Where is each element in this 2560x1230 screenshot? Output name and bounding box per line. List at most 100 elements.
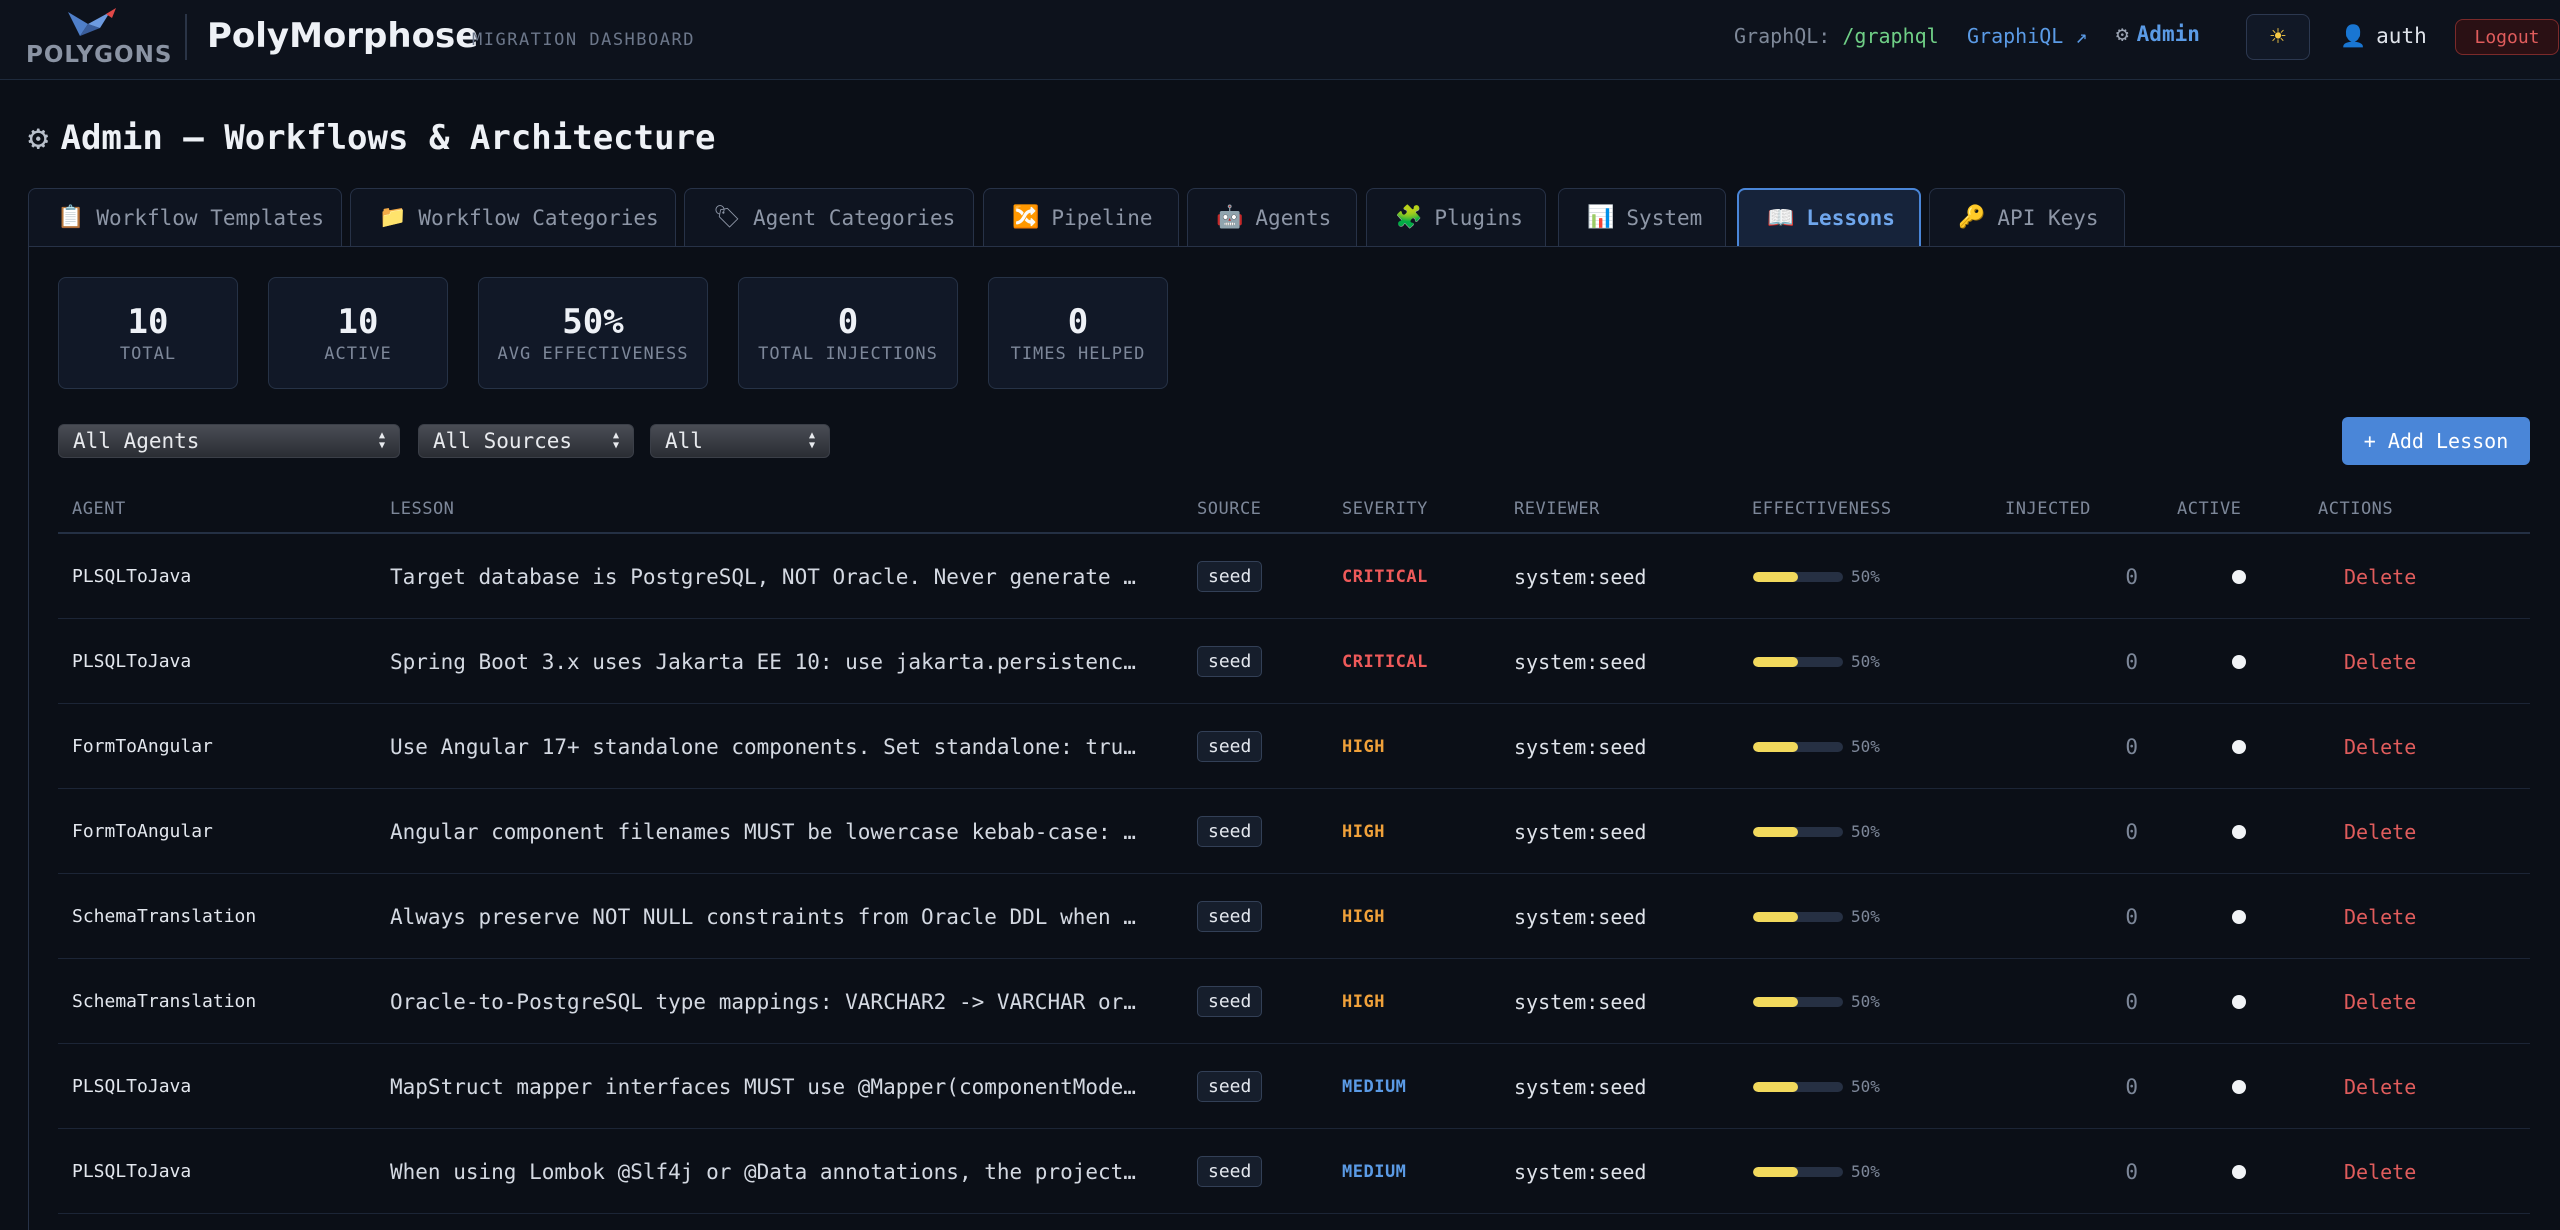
source-filter-select[interactable]: All Sources ▲ ▼ xyxy=(418,424,634,458)
stat-label: ACTIVE xyxy=(324,344,392,364)
table-row[interactable]: PLSQLToJava Spring Boot 3.x uses Jakarta … xyxy=(58,619,2530,704)
active-toggle[interactable] xyxy=(2224,704,2254,789)
user-menu[interactable]: 👤 auth xyxy=(2340,24,2427,49)
table-row[interactable]: PLSQLToJava MapStruct mapper interfaces M… xyxy=(58,1044,2530,1129)
reviewer-cell: system:seed xyxy=(1514,1159,1647,1184)
lesson-cell[interactable]: Always preserve NOT NULL constraints fro… xyxy=(390,874,1168,959)
logout-button[interactable]: Logout xyxy=(2455,19,2559,55)
admin-link[interactable]: ⚙ Admin xyxy=(2116,22,2200,46)
delete-button[interactable]: Delete xyxy=(2344,789,2416,874)
tab-agent-categories[interactable]: 🏷 Agent Categories xyxy=(684,188,974,246)
stat-value: 10 xyxy=(127,302,169,342)
gear-icon: ⚙ xyxy=(2116,22,2129,46)
folder-icon: 📁 xyxy=(379,205,407,230)
lesson-cell[interactable]: Oracle-to-PostgreSQL type mappings: VARC… xyxy=(390,959,1168,1044)
header-active[interactable]: ACTIVE xyxy=(2177,499,2241,519)
header-injected[interactable]: INJECTED xyxy=(2005,499,2091,519)
lesson-cell[interactable]: Target database is PostgreSQL, NOT Oracl… xyxy=(390,534,1168,619)
lesson-cell[interactable]: MapStruct mapper interfaces MUST use @Ma… xyxy=(390,1044,1168,1129)
table-row[interactable]: SchemaTranslation Oracle-to-PostgreSQL ty… xyxy=(58,959,2530,1044)
graphiql-link[interactable]: GraphiQL ↗ xyxy=(1967,24,2087,48)
header-severity[interactable]: SEVERITY xyxy=(1342,499,1428,519)
table-row[interactable]: FormToAngular Angular component filenames… xyxy=(58,789,2530,874)
tab-label: Plugins xyxy=(1434,205,1523,230)
delete-button[interactable]: Delete xyxy=(2344,1129,2416,1214)
source-badge: seed xyxy=(1197,986,1263,1017)
tab-lessons[interactable]: 📖 Lessons xyxy=(1737,188,1921,246)
add-lesson-button[interactable]: + Add Lesson xyxy=(2342,417,2530,465)
tab-api-keys[interactable]: 🔑 API Keys xyxy=(1929,188,2125,246)
tab-plugins[interactable]: 🧩 Plugins xyxy=(1366,188,1546,246)
tab-workflow-categories[interactable]: 📁 Workflow Categories xyxy=(350,188,676,246)
table-row[interactable]: FormToAngular Use Angular 17+ standalone … xyxy=(58,704,2530,789)
effectiveness-bar xyxy=(1753,1166,1843,1177)
stat-label: TIMES HELPED xyxy=(1010,344,1146,364)
active-toggle[interactable] xyxy=(2224,874,2254,959)
delete-button[interactable]: Delete xyxy=(2344,874,2416,959)
source-badge: seed xyxy=(1197,816,1263,847)
lesson-cell[interactable]: When using Lombok @Slf4j or @Data annota… xyxy=(390,1129,1168,1214)
agent-filter-select[interactable]: All Agents ▲ ▼ xyxy=(58,424,400,458)
lesson-cell[interactable]: Use Angular 17+ standalone components. S… xyxy=(390,704,1168,789)
source-filter-value: All Sources xyxy=(433,429,573,453)
active-indicator-icon xyxy=(2232,994,2246,1009)
theme-toggle-button[interactable]: ☀ xyxy=(2246,14,2310,60)
severity-filter-select[interactable]: All ▲ ▼ xyxy=(650,424,830,458)
active-toggle[interactable] xyxy=(2224,534,2254,619)
effectiveness-bar xyxy=(1753,1081,1843,1092)
table-row[interactable]: PLSQLToJava Target database is PostgreSQL… xyxy=(58,534,2530,619)
effectiveness-bar xyxy=(1753,741,1843,752)
tab-label: API Keys xyxy=(1997,205,2099,230)
stat-active: 10 ACTIVE xyxy=(268,277,448,389)
reviewer-cell: system:seed xyxy=(1514,819,1647,844)
effectiveness-bar-fill xyxy=(1753,996,1798,1007)
header-effectiveness[interactable]: EFFECTIVENESS xyxy=(1752,499,1892,519)
tab-label: Workflow Categories xyxy=(418,205,659,230)
active-indicator-icon xyxy=(2232,909,2246,924)
bird-logo-icon xyxy=(68,8,116,36)
logo-text: POLYGONS xyxy=(26,42,173,68)
active-indicator-icon xyxy=(2232,739,2246,754)
admin-label: Admin xyxy=(2136,22,2200,46)
sun-icon: ☀ xyxy=(2270,22,2286,52)
polygons-logo[interactable]: POLYGONS xyxy=(26,6,171,68)
table-row[interactable]: SchemaTranslation Always preserve NOT NUL… xyxy=(58,874,2530,959)
header-source[interactable]: SOURCE xyxy=(1197,499,1261,519)
tab-agents[interactable]: 🤖 Agents xyxy=(1187,188,1357,246)
source-cell: seed xyxy=(1197,1044,1263,1129)
select-arrows-icon: ▲ ▼ xyxy=(808,430,816,451)
agent-cell: SchemaTranslation xyxy=(72,906,257,927)
lesson-text: Target database is PostgreSQL, NOT Oracl… xyxy=(390,564,1136,589)
delete-button[interactable]: Delete xyxy=(2344,534,2416,619)
injected-count: 0 xyxy=(2125,989,2138,1014)
severity-label: HIGH xyxy=(1342,736,1385,757)
header-reviewer[interactable]: REVIEWER xyxy=(1514,499,1600,519)
effectiveness-cell: 50% xyxy=(1753,534,1880,619)
source-badge: seed xyxy=(1197,731,1263,762)
effectiveness-bar xyxy=(1753,571,1843,582)
active-toggle[interactable] xyxy=(2224,619,2254,704)
delete-button[interactable]: Delete xyxy=(2344,704,2416,789)
lesson-cell[interactable]: Spring Boot 3.x uses Jakarta EE 10: use … xyxy=(390,619,1168,704)
active-toggle[interactable] xyxy=(2224,789,2254,874)
top-bar: POLYGONS PolyMorphose MIGRATION DASHBOAR… xyxy=(0,0,2560,80)
active-toggle[interactable] xyxy=(2224,959,2254,1044)
delete-button[interactable]: Delete xyxy=(2344,619,2416,704)
header-agent[interactable]: AGENT xyxy=(72,499,126,519)
app-subtitle: MIGRATION DASHBOARD xyxy=(472,30,695,50)
agent-filter-value: All Agents xyxy=(73,429,200,453)
delete-button[interactable]: Delete xyxy=(2344,959,2416,1044)
active-toggle[interactable] xyxy=(2224,1044,2254,1129)
active-toggle[interactable] xyxy=(2224,1129,2254,1214)
puzzle-icon: 🧩 xyxy=(1395,205,1423,230)
tab-pipeline[interactable]: 🔀 Pipeline xyxy=(983,188,1179,246)
source-badge: seed xyxy=(1197,1156,1263,1187)
lesson-cell[interactable]: Angular component filenames MUST be lowe… xyxy=(390,789,1168,874)
effectiveness-value: 50% xyxy=(1851,737,1880,756)
tab-system[interactable]: 📊 System xyxy=(1558,188,1726,246)
delete-button[interactable]: Delete xyxy=(2344,1044,2416,1129)
tab-workflow-templates[interactable]: 📋 Workflow Templates xyxy=(28,188,342,246)
table-row[interactable]: PLSQLToJava When using Lombok @Slf4j or @… xyxy=(58,1129,2530,1214)
header-lesson[interactable]: LESSON xyxy=(390,499,454,519)
effectiveness-bar xyxy=(1753,996,1843,1007)
